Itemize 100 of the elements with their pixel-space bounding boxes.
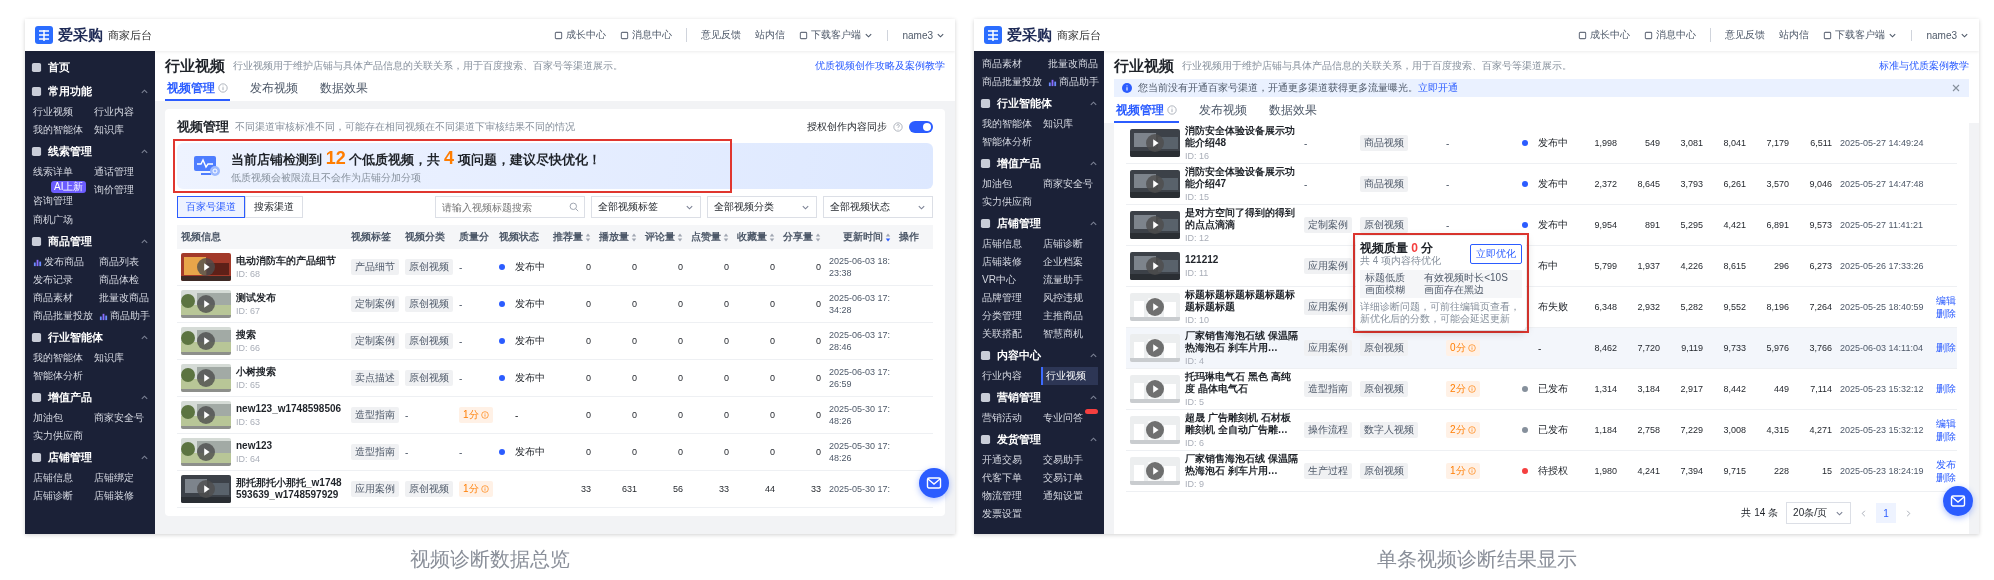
video-title[interactable]: new123_w1748598506 xyxy=(236,402,342,415)
video-title[interactable]: 标题标题标题标题标题标题标题标题 xyxy=(1185,288,1300,313)
video-title[interactable]: 是对方空间了得到的得到的点点滴滴 xyxy=(1185,206,1300,231)
sidebar-item[interactable]: 智慧商机 xyxy=(1041,325,1098,343)
column-header[interactable]: 点赞量 xyxy=(687,230,733,244)
header-link[interactable]: 站内信 xyxy=(1779,28,1810,42)
sidebar-item[interactable]: 专业问答 xyxy=(1041,409,1098,427)
guide-link[interactable]: 标准与优质案例教学 xyxy=(1879,59,1969,73)
video-title[interactable]: 厂家销售海泡石绒 保温隔热海泡石 刹车片用… xyxy=(1185,452,1300,477)
sidebar-item[interactable]: 我的智能体 xyxy=(31,121,88,139)
sidebar-item[interactable]: 发票设置 xyxy=(980,505,1037,523)
action-link[interactable]: 编辑 xyxy=(1936,417,1956,430)
header-link[interactable]: name3 xyxy=(1911,29,1969,41)
action-link[interactable]: 发布 xyxy=(1936,458,1956,471)
sidebar-item[interactable]: 商品助手 xyxy=(97,307,150,325)
sidebar-section[interactable]: 内容中心 xyxy=(980,343,1098,367)
sidebar-item[interactable]: 我的智能体 xyxy=(31,349,88,367)
sidebar-item[interactable]: 开通交易 xyxy=(980,451,1037,469)
close-icon[interactable] xyxy=(1951,83,1961,93)
sidebar-section[interactable]: 商品管理 xyxy=(31,229,149,253)
sidebar-item[interactable]: 商品列表 xyxy=(97,253,150,271)
page-size-select[interactable]: 20条/页 xyxy=(1786,502,1851,524)
header-link[interactable]: 消息中心 xyxy=(620,28,673,42)
sidebar-item[interactable]: 智能体分析 xyxy=(31,367,88,385)
sidebar-item[interactable]: 商机广场 xyxy=(31,211,88,229)
page-button[interactable]: 1 xyxy=(1876,503,1896,523)
sidebar-item[interactable]: 行业视频 xyxy=(31,103,88,121)
sidebar-item[interactable]: 发布商品 xyxy=(31,253,93,271)
sidebar-section[interactable]: 增值产品 xyxy=(31,385,149,409)
play-icon[interactable] xyxy=(197,369,215,387)
column-header[interactable]: 播放量 xyxy=(595,230,641,244)
sidebar-section[interactable]: 店铺管理 xyxy=(980,211,1098,235)
sidebar-item[interactable]: 店铺诊断 xyxy=(31,487,88,505)
column-header[interactable]: 推荐量 xyxy=(549,230,595,244)
sidebar-section[interactable]: 行业智能体 xyxy=(31,325,149,349)
sidebar-item[interactable]: 关联搭配 xyxy=(980,325,1037,343)
video-title[interactable]: 电动消防车的产品细节 xyxy=(236,254,336,267)
video-title[interactable]: 超晟 广告雕刻机 石材板雕刻机 全自动广告雕… xyxy=(1185,411,1300,436)
sidebar-item[interactable]: 品牌管理 xyxy=(980,289,1037,307)
filter-select[interactable]: 全部视频分类 xyxy=(707,196,817,218)
tab[interactable]: 发布视频 xyxy=(1197,99,1249,123)
video-title[interactable]: 测试发布 xyxy=(236,291,276,304)
search-field[interactable]: 请输入视频标题搜索 xyxy=(435,196,585,218)
channel-tab[interactable]: 搜索渠道 xyxy=(245,196,303,218)
header-link[interactable]: 下载客户端 xyxy=(1823,28,1898,42)
sidebar-item[interactable]: 批量改商品 xyxy=(97,289,150,307)
sidebar-item[interactable]: 行业视频 xyxy=(1041,367,1098,385)
sidebar-item[interactable]: 店铺绑定 xyxy=(92,469,149,487)
action-link[interactable]: 删除 xyxy=(1936,430,1956,443)
header-link[interactable]: 成长中心 xyxy=(554,28,607,42)
play-icon[interactable] xyxy=(1146,216,1164,234)
sidebar-item[interactable]: 商家安全号 xyxy=(1041,175,1098,193)
header-link[interactable]: 站内信 xyxy=(755,28,786,42)
sidebar-item[interactable]: 店铺装修 xyxy=(92,487,149,505)
sidebar-item[interactable]: 风控违规 xyxy=(1041,289,1098,307)
sidebar-item[interactable]: 商品批量投放 xyxy=(980,73,1042,91)
sidebar-section[interactable]: 行业智能体 xyxy=(980,91,1098,115)
video-title[interactable]: 那托那托小那托_w1748593639_w1748597929 xyxy=(236,477,347,501)
action-link[interactable]: 编辑 xyxy=(1936,294,1956,307)
sidebar-section[interactable]: 增值产品 xyxy=(980,151,1098,175)
header-link[interactable]: 意见反馈 xyxy=(1710,28,1766,42)
sidebar-item[interactable]: 加油包 xyxy=(980,175,1037,193)
column-header[interactable]: 更新时间 xyxy=(825,230,895,244)
sidebar-item[interactable]: 智能体分析 xyxy=(980,133,1037,151)
header-link[interactable]: name3 xyxy=(887,29,945,41)
video-title[interactable]: 消防安全体验设备展示功能介绍48 xyxy=(1185,124,1300,149)
sidebar-item[interactable]: 通话管理 xyxy=(92,163,149,181)
column-header[interactable]: 分享量 xyxy=(779,230,825,244)
sidebar-item[interactable]: 流量助手 xyxy=(1041,271,1098,289)
channel-tab[interactable]: 百家号渠道 xyxy=(177,196,245,218)
sidebar-item[interactable]: 行业内容 xyxy=(980,367,1037,385)
sidebar-item[interactable]: 询价管理 xyxy=(92,181,149,199)
header-link[interactable]: 下载客户端 xyxy=(799,28,874,42)
video-title[interactable]: new123 xyxy=(236,439,273,452)
video-title[interactable]: 小树搜索 xyxy=(236,365,276,378)
sidebar-item[interactable]: 店铺装修 xyxy=(980,253,1037,271)
video-title[interactable]: 搜索 xyxy=(236,328,260,341)
sidebar-item[interactable]: 分类管理 xyxy=(980,307,1037,325)
sidebar-item[interactable]: 交易订单 xyxy=(1041,469,1098,487)
filter-select[interactable]: 全部视频标签 xyxy=(591,196,701,218)
tab[interactable]: 数据效果 xyxy=(1267,99,1319,123)
sidebar-section[interactable]: 常用功能 xyxy=(31,79,149,103)
header-link[interactable]: 成长中心 xyxy=(1578,28,1631,42)
video-title[interactable]: 托玛琳电气石 黑色 高纯度 晶体电气石 xyxy=(1185,370,1300,395)
play-icon[interactable] xyxy=(197,295,215,313)
sidebar-item[interactable]: 行业内容 xyxy=(92,103,149,121)
tab[interactable]: 视频管理 xyxy=(165,77,230,101)
sidebar-section[interactable]: 线索管理 xyxy=(31,139,149,163)
play-icon[interactable] xyxy=(197,443,215,461)
sidebar-item[interactable]: AI上新 咨询管理 xyxy=(31,181,88,211)
play-icon[interactable] xyxy=(1146,175,1164,193)
action-link[interactable]: 删除 xyxy=(1936,471,1956,484)
sidebar-item[interactable]: VR中心 xyxy=(980,271,1037,289)
action-link[interactable]: 删除 xyxy=(1936,307,1956,320)
sidebar-item[interactable]: 实力供应商 xyxy=(980,193,1037,211)
action-link[interactable]: 删除 xyxy=(1936,383,1956,395)
filter-select[interactable]: 全部视频状态 xyxy=(823,196,933,218)
sidebar-item[interactable]: 商品助手 xyxy=(1046,73,1099,91)
sidebar-item[interactable]: 营销活动 xyxy=(980,409,1037,427)
play-icon[interactable] xyxy=(197,332,215,350)
